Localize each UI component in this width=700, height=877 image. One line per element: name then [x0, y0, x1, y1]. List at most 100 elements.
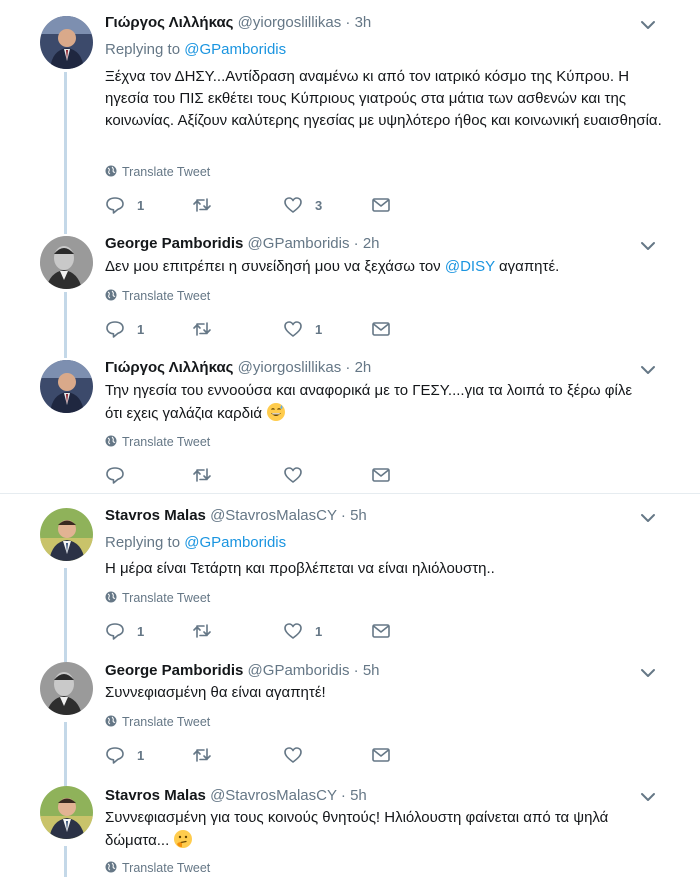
- like-button[interactable]: [283, 464, 315, 486]
- translate-label[interactable]: Translate Tweet: [122, 591, 210, 605]
- envelope-icon: [372, 322, 390, 336]
- tweet-text: Η μέρα είναι Τετάρτη και προβλέπεται να …: [105, 560, 495, 577]
- chevron-down-icon[interactable]: [638, 236, 658, 256]
- display-name[interactable]: George Pamboridis: [105, 235, 243, 252]
- retweet-icon: [193, 322, 211, 336]
- like-count: 1: [315, 623, 323, 639]
- timestamp[interactable]: 3h: [355, 14, 372, 31]
- tweet-text: Συννεφιασμένη θα είναι αγαπητέ!: [105, 684, 326, 701]
- retweet-button[interactable]: [192, 464, 224, 486]
- tweet[interactable]: Γιώργος Λιλλήκας @yiorgoslillikas · 2h Τ…: [0, 356, 700, 492]
- timestamp[interactable]: 5h: [350, 787, 367, 804]
- separator-dot: ·: [340, 507, 346, 524]
- translate-label[interactable]: Translate Tweet: [122, 861, 210, 875]
- tweet[interactable]: Γιώργος Λιλλήκας @yiorgoslillikas · 3h R…: [0, 0, 700, 232]
- replying-label: Replying to: [105, 534, 185, 551]
- direct-message-button[interactable]: [371, 318, 391, 340]
- direct-message-button[interactable]: [371, 744, 391, 766]
- chevron-down-icon[interactable]: [638, 787, 658, 807]
- replying-to: Replying to @GPamboridis: [105, 40, 286, 60]
- direct-message-button[interactable]: [371, 464, 391, 486]
- display-name[interactable]: George Pamboridis: [105, 662, 243, 679]
- user-handle[interactable]: @yiorgoslillikas: [238, 359, 342, 376]
- timestamp[interactable]: 2h: [363, 235, 380, 252]
- user-handle[interactable]: @yiorgoslillikas: [238, 14, 342, 31]
- translate-tweet-link[interactable]: Translate Tweet: [105, 714, 210, 730]
- translate-tweet-link[interactable]: Translate Tweet: [105, 434, 210, 450]
- chevron-down-icon[interactable]: [638, 360, 658, 380]
- tweet-text: Την ηγεσία του εννοούσα και αναφορικά με…: [105, 380, 635, 425]
- direct-message-button[interactable]: [371, 194, 391, 216]
- reply-icon: [106, 623, 124, 640]
- retweet-button[interactable]: [192, 620, 224, 642]
- like-button[interactable]: 3: [283, 194, 322, 216]
- tweet-text: Ξέχνα τον ΔΗΣΥ...Αντίδραση αναμένω κι απ…: [105, 68, 662, 129]
- display-name[interactable]: Stavros Malas: [105, 507, 206, 524]
- translate-label[interactable]: Translate Tweet: [122, 715, 210, 729]
- timestamp[interactable]: 2h: [355, 359, 372, 376]
- timestamp[interactable]: 5h: [363, 662, 380, 679]
- avatar[interactable]: [40, 786, 93, 839]
- chevron-down-icon[interactable]: [638, 508, 658, 528]
- translate-label[interactable]: Translate Tweet: [122, 289, 210, 303]
- like-button[interactable]: 1: [283, 620, 322, 642]
- globe-icon: [105, 861, 117, 873]
- retweet-icon: [193, 198, 211, 212]
- separator-dot: ·: [345, 14, 351, 31]
- heart-icon: [284, 747, 302, 763]
- display-name[interactable]: Stavros Malas: [105, 787, 206, 804]
- avatar[interactable]: [40, 16, 93, 69]
- like-button[interactable]: 1: [283, 318, 322, 340]
- reply-button[interactable]: 1: [105, 744, 144, 766]
- envelope-icon: [372, 748, 390, 762]
- avatar[interactable]: [40, 662, 93, 715]
- reply-button[interactable]: 1: [105, 194, 144, 216]
- display-name[interactable]: Γιώργος Λιλλήκας: [105, 359, 233, 376]
- translate-label[interactable]: Translate Tweet: [122, 165, 210, 179]
- chevron-down-icon[interactable]: [638, 663, 658, 683]
- translate-tweet-link[interactable]: Translate Tweet: [105, 590, 210, 606]
- retweet-button[interactable]: [192, 194, 224, 216]
- like-button[interactable]: [283, 744, 315, 766]
- mention-link[interactable]: @DISY: [445, 258, 495, 275]
- reply-count: 1: [137, 623, 145, 639]
- heart-icon: [284, 197, 302, 213]
- translate-label[interactable]: Translate Tweet: [122, 435, 210, 449]
- timestamp[interactable]: 5h: [350, 507, 367, 524]
- user-handle[interactable]: @StavrosMalasCY: [210, 507, 337, 524]
- tweet-text: Συννεφιασμένη για τους κοινούς θνητούς! …: [105, 807, 665, 852]
- reply-button[interactable]: [105, 464, 137, 486]
- direct-message-button[interactable]: [371, 620, 391, 642]
- retweet-icon: [193, 748, 211, 762]
- replying-to-link[interactable]: @GPamboridis: [184, 41, 286, 58]
- user-handle[interactable]: @GPamboridis: [248, 235, 350, 252]
- reply-count: 1: [137, 197, 145, 213]
- retweet-button[interactable]: [192, 318, 224, 340]
- envelope-icon: [372, 624, 390, 638]
- reply-count: 1: [137, 747, 145, 763]
- tweet[interactable]: George Pamboridis @GPamboridis · 5h Συνν…: [0, 658, 700, 782]
- user-handle[interactable]: @StavrosMalasCY: [210, 787, 337, 804]
- separator-dot: ·: [353, 235, 359, 252]
- reply-button[interactable]: 1: [105, 620, 144, 642]
- chevron-down-icon[interactable]: [638, 15, 658, 35]
- heart-icon: [284, 623, 302, 639]
- avatar[interactable]: [40, 236, 93, 289]
- replying-to-link[interactable]: @GPamboridis: [184, 534, 286, 551]
- user-handle[interactable]: @GPamboridis: [248, 662, 350, 679]
- grinning-sweat-emoji-icon: [267, 403, 286, 421]
- tweet[interactable]: George Pamboridis @GPamboridis · 2h Δεν …: [0, 232, 700, 356]
- globe-icon: [105, 715, 117, 727]
- retweet-button[interactable]: [192, 744, 224, 766]
- avatar[interactable]: [40, 508, 93, 561]
- reply-button[interactable]: 1: [105, 318, 144, 340]
- avatar[interactable]: [40, 360, 93, 413]
- tweet[interactable]: Stavros Malas @StavrosMalasCY · 5h Συννε…: [0, 782, 700, 877]
- translate-tweet-link[interactable]: Translate Tweet: [105, 164, 210, 180]
- display-name[interactable]: Γιώργος Λιλλήκας: [105, 14, 233, 31]
- translate-tweet-link[interactable]: Translate Tweet: [105, 288, 210, 304]
- translate-tweet-link[interactable]: Translate Tweet: [105, 860, 210, 876]
- reply-count: 1: [137, 321, 145, 337]
- tweet[interactable]: Stavros Malas @StavrosMalasCY · 5h Reply…: [0, 494, 700, 658]
- replying-to: Replying to @GPamboridis: [105, 533, 286, 553]
